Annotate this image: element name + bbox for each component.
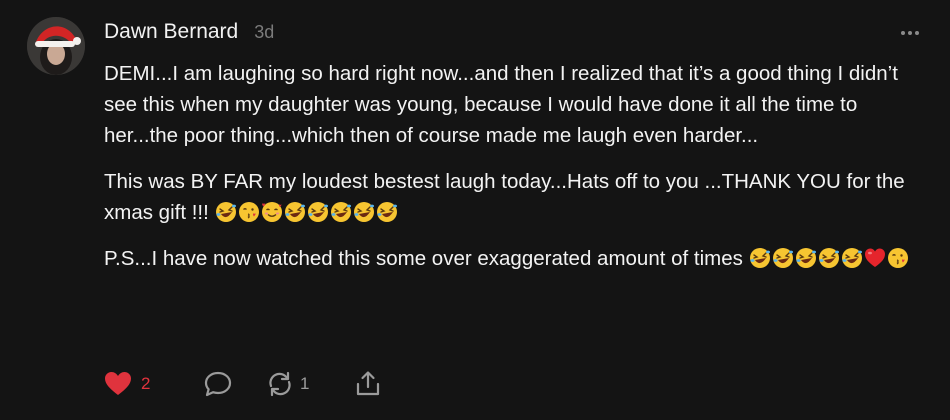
comment-paragraph: This was BY FAR my loudest bestest laugh…: [104, 166, 924, 228]
comment-header: Dawn Bernard 3d: [104, 20, 274, 48]
avatar-image: [27, 17, 85, 75]
comment-body: DEMI...I am laughing so hard right now..…: [104, 58, 924, 274]
rolling-laughing-emoji: [284, 202, 305, 222]
kissing-heart-emoji: [238, 202, 259, 222]
restack-count: 1: [300, 374, 310, 393]
author-name[interactable]: Dawn Bernard: [104, 20, 238, 44]
avatar[interactable]: [27, 17, 85, 75]
timestamp[interactable]: 3d: [254, 22, 274, 43]
rolling-laughing-emoji: [749, 248, 770, 268]
reply-button[interactable]: [204, 371, 266, 397]
red-heart-emoji: [864, 248, 885, 267]
like-count: 2: [141, 374, 151, 393]
rolling-laughing-emoji: [330, 202, 351, 222]
comment-paragraph: P.S...I have now watched this some over …: [104, 243, 924, 274]
heart-icon: [105, 372, 131, 395]
smiling-hearts-emoji: [261, 202, 282, 222]
like-button[interactable]: 2: [104, 371, 204, 397]
share-icon: [356, 371, 380, 396]
more-options-button[interactable]: [897, 20, 923, 46]
restack-icon: [269, 371, 291, 397]
paragraph-text: DEMI...I am laughing so hard right now..…: [104, 62, 898, 147]
rolling-laughing-emoji: [376, 202, 397, 222]
restack-button[interactable]: 1: [266, 371, 354, 397]
paragraph-text: P.S...I have now watched this some over …: [104, 247, 749, 270]
speech-bubble-icon: [204, 371, 232, 397]
rolling-laughing-emoji: [353, 202, 374, 222]
rolling-laughing-emoji: [307, 202, 328, 222]
rolling-laughing-emoji: [841, 248, 862, 268]
comment: Dawn Bernard 3d DEMI...I am laughing so …: [0, 0, 950, 420]
comment-paragraph: DEMI...I am laughing so hard right now..…: [104, 58, 924, 151]
kissing-heart-emoji: [887, 248, 908, 268]
comment-actions: 2 1: [104, 370, 382, 398]
emoji-run: [215, 201, 399, 224]
share-button[interactable]: [354, 370, 382, 398]
rolling-laughing-emoji: [772, 248, 793, 268]
rolling-laughing-emoji: [818, 248, 839, 268]
more-dots-icon: [901, 31, 919, 35]
rolling-laughing-emoji: [795, 248, 816, 268]
emoji-run: [749, 247, 910, 270]
rolling-laughing-emoji: [215, 202, 236, 222]
